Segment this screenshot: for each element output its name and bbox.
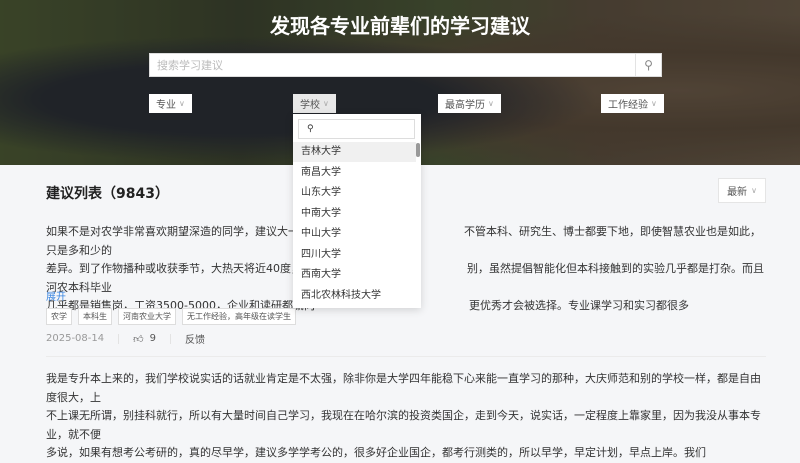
- search-button[interactable]: ⚲: [635, 54, 661, 76]
- post-divider: [46, 356, 766, 357]
- post-content: 我是专升本上来的，我们学校说实话的话就业肯定是不太强，除非你是大学四年能稳下心来…: [46, 370, 766, 463]
- chevron-down-icon: ∨: [488, 99, 494, 108]
- school-search-input[interactable]: ⚲: [298, 119, 415, 139]
- like-count: 9: [149, 332, 156, 344]
- filter-school[interactable]: 学校 ∨: [293, 94, 336, 113]
- search-input[interactable]: [150, 54, 630, 77]
- filter-label: 学校: [300, 100, 320, 111]
- tag[interactable]: 无工作经验，高年级在读学生: [182, 308, 296, 325]
- thumbs-up-icon: 👍︎: [133, 333, 144, 345]
- page-title: 发现各专业前辈们的学习建议: [270, 14, 530, 38]
- school-option[interactable]: 南昌大学: [293, 163, 416, 183]
- tag[interactable]: 本科生: [78, 308, 112, 325]
- expand-link[interactable]: 展开: [46, 288, 66, 303]
- school-option[interactable]: 山东大学: [293, 183, 416, 203]
- filter-major[interactable]: 专业 ∨: [149, 94, 192, 113]
- feedback-button[interactable]: 反馈: [185, 331, 205, 346]
- sort-select[interactable]: 最新 ∨: [718, 178, 766, 203]
- post-line: 我是专升本上来的，我们学校说实话的话就业肯定是不太强，除非你是大学四年能稳下心来…: [46, 372, 761, 404]
- school-dropdown: ⚲ 吉林大学 南昌大学 山东大学 中南大学 中山大学 四川大学 西南大学 西北农…: [293, 114, 421, 308]
- filter-label: 最高学历: [445, 100, 485, 111]
- like-button[interactable]: 👍︎ 9: [133, 333, 156, 345]
- post-line: 多说，如果有想考公考研的，真的尽早学，建议多学学考公的，很多好企业国企，都考行测…: [46, 446, 706, 459]
- search-icon: ⚲: [307, 124, 314, 134]
- list-title: 建议列表（9843）: [46, 186, 169, 202]
- school-option[interactable]: 西南大学: [293, 265, 416, 285]
- post-tags: 农学 本科生 河南农业大学 无工作经验，高年级在读学生: [46, 308, 296, 325]
- chevron-down-icon: ∨: [651, 99, 657, 108]
- filter-label: 工作经验: [608, 100, 648, 111]
- chevron-down-icon: ∨: [179, 99, 185, 108]
- search-bar: ⚲: [149, 53, 662, 77]
- tag[interactable]: 农学: [46, 308, 72, 325]
- school-option[interactable]: 中山大学: [293, 224, 416, 244]
- post-line: 不上课无所谓，别挂科就行，所以有大量时间自己学习，我现在在哈尔滨的投资类国企，走…: [46, 409, 761, 441]
- chevron-down-icon: ∨: [751, 186, 757, 195]
- post-date: 2025-08-14: [46, 333, 105, 344]
- school-option[interactable]: 中南大学: [293, 204, 416, 224]
- divider: [118, 333, 120, 344]
- divider: [169, 333, 171, 344]
- school-option[interactable]: 吉林大学: [293, 142, 416, 162]
- post-meta: 2025-08-14 👍︎ 9 反馈: [46, 331, 205, 347]
- filter-work-experience[interactable]: 工作经验 ∨: [601, 94, 664, 113]
- search-icon: ⚲: [644, 58, 653, 72]
- school-option[interactable]: 四川大学: [293, 245, 416, 265]
- filter-education[interactable]: 最高学历 ∨: [438, 94, 501, 113]
- school-option[interactable]: 西北农林科技大学: [293, 286, 416, 306]
- chevron-down-icon: ∨: [323, 99, 329, 108]
- filter-label: 专业: [156, 100, 176, 111]
- dropdown-scrollbar[interactable]: [416, 143, 420, 157]
- tag[interactable]: 河南农业大学: [118, 308, 176, 325]
- sort-value: 最新: [727, 187, 748, 198]
